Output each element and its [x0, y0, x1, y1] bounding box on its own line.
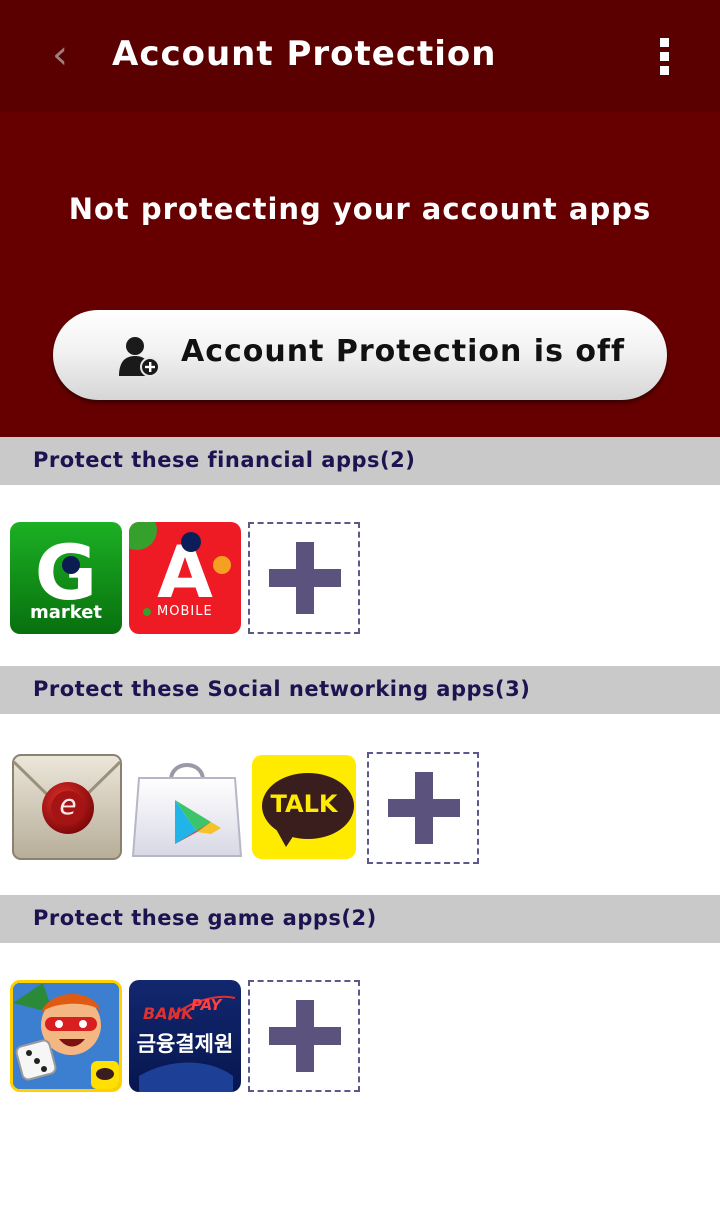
plus-icon-bar — [388, 799, 460, 817]
bankpay-korean-label: 금융결제원 — [136, 1032, 234, 1056]
section-header-social: Protect these Social networking apps(3) — [0, 666, 720, 714]
gmarket-dot — [62, 556, 80, 574]
add-social-app-button[interactable] — [367, 752, 479, 864]
pay-text: PAY — [191, 996, 222, 1014]
section-title: Protect these financial apps(2) — [33, 448, 416, 472]
toggle-label: Account Protection is off — [181, 334, 626, 369]
kakaotalk-label: TALK — [270, 790, 338, 818]
user-shield-icon — [119, 337, 160, 377]
speech-bubble-tail — [276, 829, 298, 847]
amobile-orange-dot — [213, 556, 231, 574]
game-character-icon — [13, 983, 119, 1089]
add-game-app-button[interactable] — [248, 980, 360, 1092]
plus-icon-bar — [269, 569, 341, 587]
section-header-financial: Protect these financial apps(2) — [0, 437, 720, 485]
amobile-green-dot — [143, 608, 151, 616]
overflow-menu-icon[interactable] — [650, 38, 678, 82]
app-icon-kakaotalk[interactable]: TALK — [252, 755, 356, 859]
app-icon-bankpay[interactable]: BANK PAY 금융결제원 — [129, 980, 241, 1092]
bank-text: BANK — [143, 1004, 194, 1023]
gmarket-label: market — [29, 602, 103, 623]
amobile-blue-dot — [181, 532, 201, 552]
app-bar: ‹ Account Protection — [0, 0, 720, 112]
app-icon-email[interactable]: e — [12, 752, 124, 864]
section-title: Protect these Social networking apps(3) — [33, 677, 531, 701]
section-title: Protect these game apps(2) — [33, 906, 377, 930]
page-title: Account Protection — [112, 34, 497, 74]
account-protection-toggle-button[interactable]: Account Protection is off — [53, 310, 667, 400]
app-icon-game[interactable] — [10, 980, 122, 1092]
add-financial-app-button[interactable] — [248, 522, 360, 634]
app-icon-gmarket[interactable]: G market — [10, 522, 122, 634]
back-chevron-icon[interactable]: ‹ — [40, 30, 80, 80]
protection-status-text: Not protecting your account apps — [68, 192, 652, 226]
email-seal-letter: e — [59, 788, 77, 821]
app-icon-amobile[interactable]: A MOBILE — [129, 522, 241, 634]
app-icon-play-store[interactable] — [131, 752, 243, 864]
plus-icon-bar — [269, 1027, 341, 1045]
section-header-games: Protect these game apps(2) — [0, 895, 720, 943]
amobile-label: MOBILE — [157, 604, 213, 619]
shopping-bag-play-icon — [131, 763, 243, 857]
protection-status-panel: Not protecting your account apps Account… — [0, 112, 720, 437]
